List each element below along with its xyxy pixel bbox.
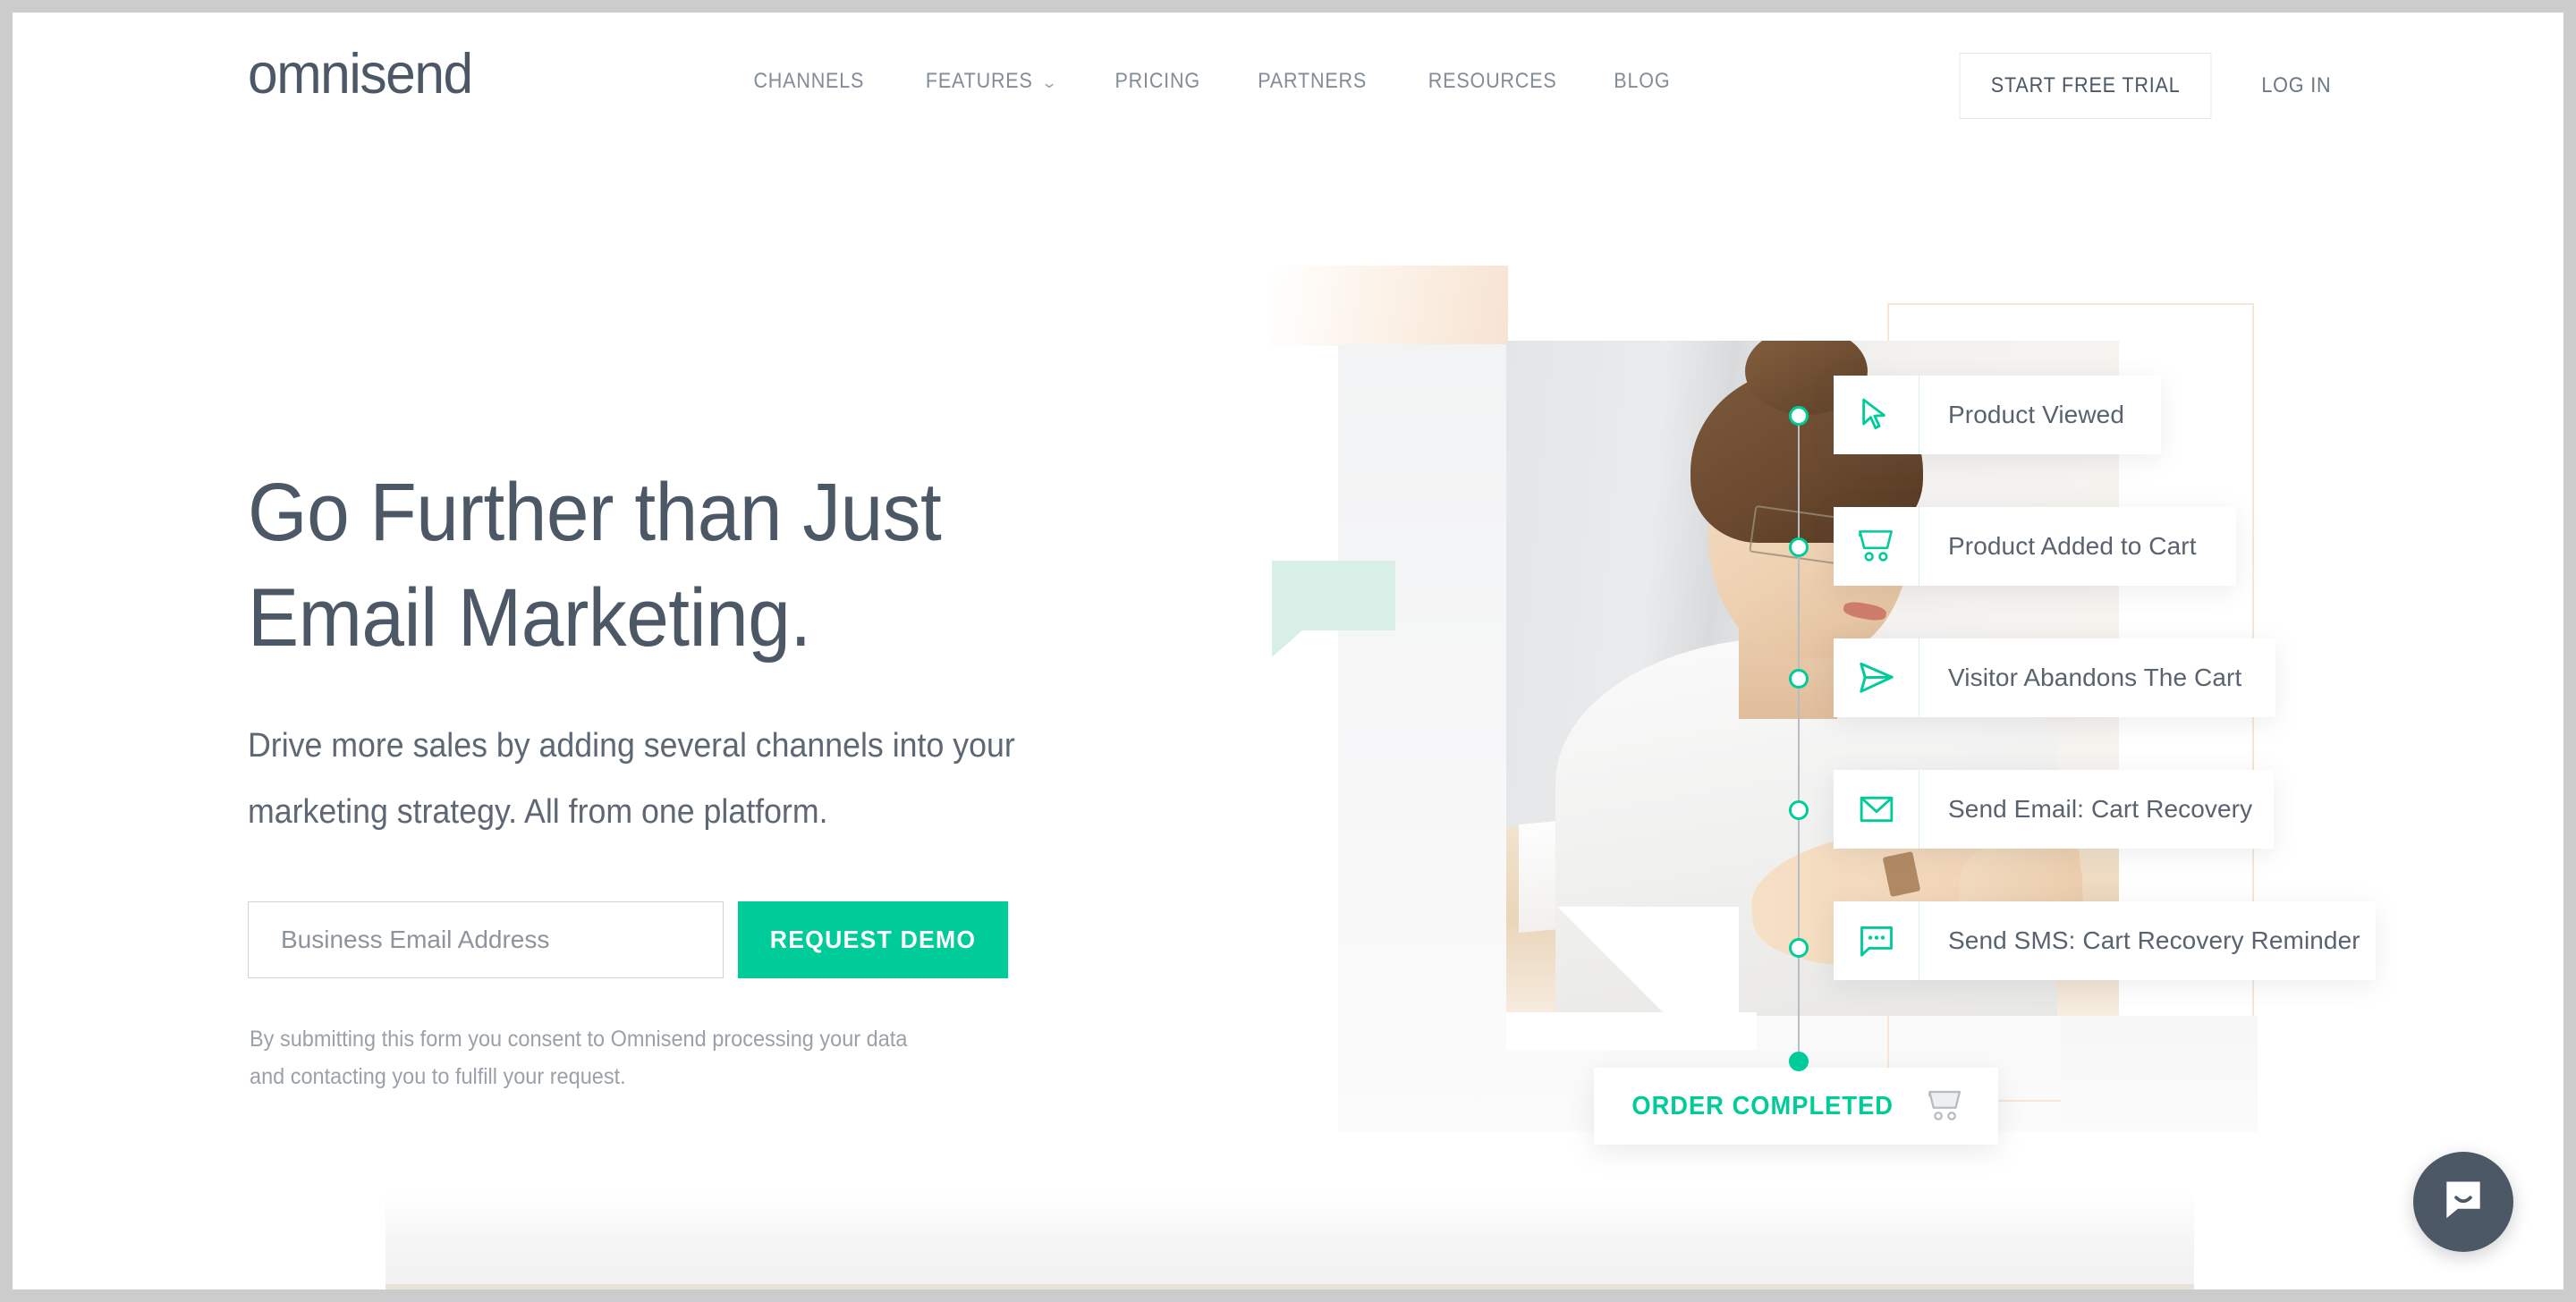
email-field[interactable] <box>248 901 724 978</box>
photo-bottom-mask <box>2061 1016 2258 1132</box>
shopping-cart-icon <box>1834 507 1919 586</box>
workflow-connector-line <box>1798 424 1800 1070</box>
order-completed-label: ORDER COMPLETED <box>1631 1091 1894 1120</box>
decorative-mint-speech-bubble <box>1272 561 1395 657</box>
next-section-edge <box>386 1284 2194 1289</box>
nav-item-label: FEATURES <box>925 69 1033 93</box>
nav-item-label: RESOURCES <box>1428 69 1557 93</box>
workflow-node <box>1789 669 1809 689</box>
workflow-node <box>1789 938 1809 958</box>
omnisend-logo[interactable]: omnisend <box>248 46 473 103</box>
cursor-arrow-icon <box>1834 376 1919 454</box>
workflow-node-completed <box>1789 1052 1809 1071</box>
request-demo-button[interactable]: REQUEST DEMO <box>738 901 1009 978</box>
nav-item-label: PRICING <box>1114 69 1200 93</box>
demo-request-form: REQUEST DEMO <box>248 901 1022 978</box>
nav-item-label: CHANNELS <box>753 69 865 93</box>
site-header: omnisend CHANNELS FEATURES ⌄ PRICING PAR… <box>13 13 2563 156</box>
workflow-card-label: Visitor Abandons The Cart <box>1948 664 2242 691</box>
nav-item-label: BLOG <box>1614 69 1671 93</box>
envelope-icon <box>1834 770 1919 849</box>
nav-item-label: PARTNERS <box>1258 69 1368 93</box>
nav-item-blog[interactable]: BLOG <box>1594 69 1690 94</box>
photo-folded-corner-fill <box>1506 1012 1757 1050</box>
workflow-card-label: Product Added to Cart <box>1948 532 2197 560</box>
nav-item-resources[interactable]: RESOURCES <box>1408 69 1576 94</box>
hero-subheading: Drive more sales by adding several chann… <box>248 727 1015 831</box>
nav-item-features[interactable]: FEATURES ⌄ <box>906 69 1075 94</box>
main-navigation: CHANNELS FEATURES ⌄ PRICING PARTNERS RES… <box>724 69 1697 94</box>
workflow-card-visitor-abandons-cart[interactable]: Visitor Abandons The Cart <box>1834 638 2275 717</box>
page-title: Go Further than Just Email Marketing. <box>248 467 942 664</box>
nav-item-pricing[interactable]: PRICING <box>1095 69 1219 94</box>
workflow-node <box>1789 537 1809 557</box>
next-section-band <box>386 1191 2194 1289</box>
workflow-card-label: Send SMS: Cart Recovery Reminder <box>1948 926 2360 954</box>
workflow-card-send-email-cart-recovery[interactable]: Send Email: Cart Recovery <box>1834 770 2274 849</box>
nav-item-channels[interactable]: CHANNELS <box>733 69 884 94</box>
browser-viewport: Product Viewed Product Added to Cart Vis… <box>13 13 2563 1289</box>
workflow-card-order-completed[interactable]: ORDER COMPLETED <box>1594 1068 1998 1145</box>
workflow-node <box>1789 800 1809 820</box>
workflow-card-send-sms-cart-recovery-reminder[interactable]: Send SMS: Cart Recovery Reminder <box>1834 901 2376 980</box>
workflow-card-label: Send Email: Cart Recovery <box>1948 795 2253 823</box>
nav-item-partners[interactable]: PARTNERS <box>1239 69 1387 94</box>
chat-bubble-icon <box>1834 901 1919 980</box>
chevron-down-icon: ⌄ <box>1040 73 1059 91</box>
workflow-node <box>1789 406 1809 426</box>
intercom-chat-launcher[interactable] <box>2413 1152 2513 1252</box>
paper-plane-icon <box>1834 638 1919 717</box>
intercom-chat-icon <box>2438 1175 2488 1230</box>
decorative-peach-square <box>1271 266 1508 346</box>
consent-text: By submitting this form you consent to O… <box>250 1027 908 1089</box>
start-free-trial-button[interactable]: START FREE TRIAL <box>1959 53 2212 119</box>
workflow-card-product-viewed[interactable]: Product Viewed <box>1834 376 2161 454</box>
header-actions: START FREE TRIAL LOG IN <box>1945 53 2335 119</box>
workflow-card-product-added-to-cart[interactable]: Product Added to Cart <box>1834 507 2236 586</box>
shopping-cart-icon <box>1922 1086 1969 1127</box>
log-in-link[interactable]: LOG IN <box>2262 73 2332 98</box>
workflow-card-label: Product Viewed <box>1948 401 2125 428</box>
